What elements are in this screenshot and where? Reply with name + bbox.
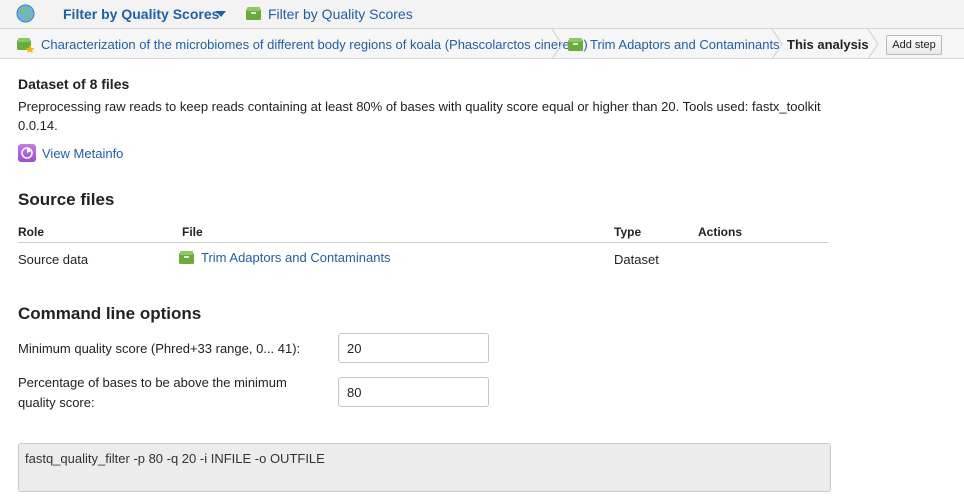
percentage-input[interactable]	[338, 377, 489, 407]
add-step-button[interactable]: Add step	[886, 35, 942, 55]
globe-icon[interactable]	[16, 4, 35, 23]
breadcrumb-current-label: This analysis	[787, 36, 869, 52]
source-file-link[interactable]: Trim Adaptors and Contaminants	[201, 250, 391, 265]
breadcrumb-current: This analysis	[787, 29, 869, 59]
breadcrumb-parent-step[interactable]: Trim Adaptors and Contaminants	[567, 29, 780, 59]
breadcrumb-separator-icon	[771, 29, 783, 59]
dataset-description: Preprocessing raw reads to keep reads co…	[18, 99, 821, 133]
breadcrumb-project[interactable]: Characterization of the microbiomes of d…	[16, 29, 588, 59]
table-header: Role File Type Actions	[18, 222, 828, 243]
folder-icon	[246, 7, 261, 20]
source-files-title: Source files	[18, 190, 115, 209]
min-quality-input[interactable]	[338, 333, 489, 363]
source-role: Source data	[18, 252, 89, 267]
breadcrumb-parent-link[interactable]: Trim Adaptors and Contaminants	[590, 37, 780, 52]
column-header-file: File	[182, 225, 203, 239]
chevron-down-icon[interactable]	[216, 11, 226, 17]
folder-icon	[179, 251, 194, 264]
column-header-actions: Actions	[698, 225, 743, 239]
percentage-label: Percentage of bases to be above the mini…	[18, 373, 287, 413]
source-files-table: Role File Type Actions Source data Trim …	[18, 222, 828, 273]
source-type: Dataset	[614, 252, 659, 267]
min-quality-label: Minimum quality score (Phred+33 range, 0…	[18, 341, 301, 356]
column-header-type: Type	[614, 225, 642, 239]
dataset-title: Dataset of 8 files	[18, 76, 130, 92]
table-row: Source data Trim Adaptors and Contaminan…	[18, 243, 828, 273]
breadcrumb-separator-icon	[867, 29, 879, 59]
command-line-preview: fastq_quality_filter -p 80 -q 20 -i INFI…	[18, 443, 831, 492]
folder-icon	[568, 37, 583, 51]
project-folder-star-icon	[17, 37, 35, 53]
analysis-title[interactable]: Filter by Quality Scores	[63, 6, 219, 22]
breadcrumb: Characterization of the microbiomes of d…	[0, 29, 964, 59]
percentage-label-line1: Percentage of bases to be above the mini…	[18, 375, 287, 390]
top-toolbar: Filter by Quality Scores Filter by Quali…	[0, 0, 964, 29]
metainfo-icon[interactable]	[18, 144, 36, 162]
command-options-title: Command line options	[18, 304, 202, 323]
breadcrumb-project-link[interactable]: Characterization of the microbiomes of d…	[41, 37, 588, 52]
view-metainfo[interactable]: View Metainfo	[18, 144, 123, 162]
breadcrumb-separator-icon	[551, 29, 563, 59]
source-file[interactable]: Trim Adaptors and Contaminants	[178, 250, 391, 265]
analysis-link[interactable]: Filter by Quality Scores	[268, 6, 413, 22]
view-metainfo-link[interactable]: View Metainfo	[42, 146, 123, 161]
column-header-role: Role	[18, 225, 45, 239]
percentage-label-line2: quality score:	[18, 395, 95, 410]
